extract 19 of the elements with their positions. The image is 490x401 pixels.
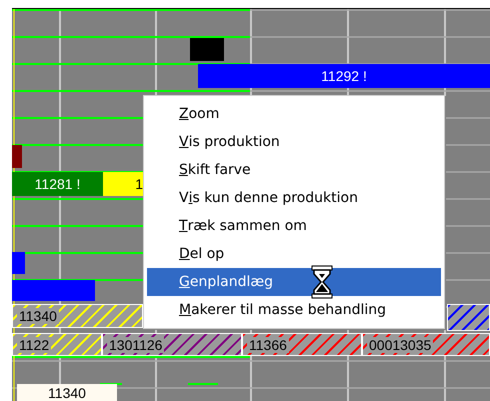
task-bar[interactable]: 11281 !: [12, 172, 103, 196]
menu-item[interactable]: Vis kun denne produktion: [147, 184, 441, 212]
task-bar[interactable]: 00013035: [362, 333, 490, 356]
menu-item[interactable]: Skift farve: [147, 156, 441, 184]
task-bar[interactable]: 11340: [12, 304, 143, 328]
menu-item[interactable]: Træk sammen om: [147, 212, 441, 240]
task-bar[interactable]: 1: [103, 172, 143, 196]
menu-item[interactable]: Vis produktion: [147, 128, 441, 156]
menu-item[interactable]: Makerer til masse behandling: [147, 296, 441, 324]
task-block[interactable]: [447, 304, 490, 331]
hourglass-icon: [311, 265, 333, 299]
task-bar[interactable]: 1301126: [102, 333, 242, 356]
menu-item[interactable]: Zoom: [147, 100, 441, 128]
menu-item[interactable]: Genplandlæg: [147, 268, 441, 296]
task-bar[interactable]: 1122: [12, 333, 102, 356]
task-bar[interactable]: 11340: [17, 384, 117, 401]
task-bar[interactable]: 11292 !: [198, 64, 490, 88]
menu-item[interactable]: Del op: [147, 240, 441, 268]
task-bar[interactable]: 11366: [242, 333, 362, 356]
